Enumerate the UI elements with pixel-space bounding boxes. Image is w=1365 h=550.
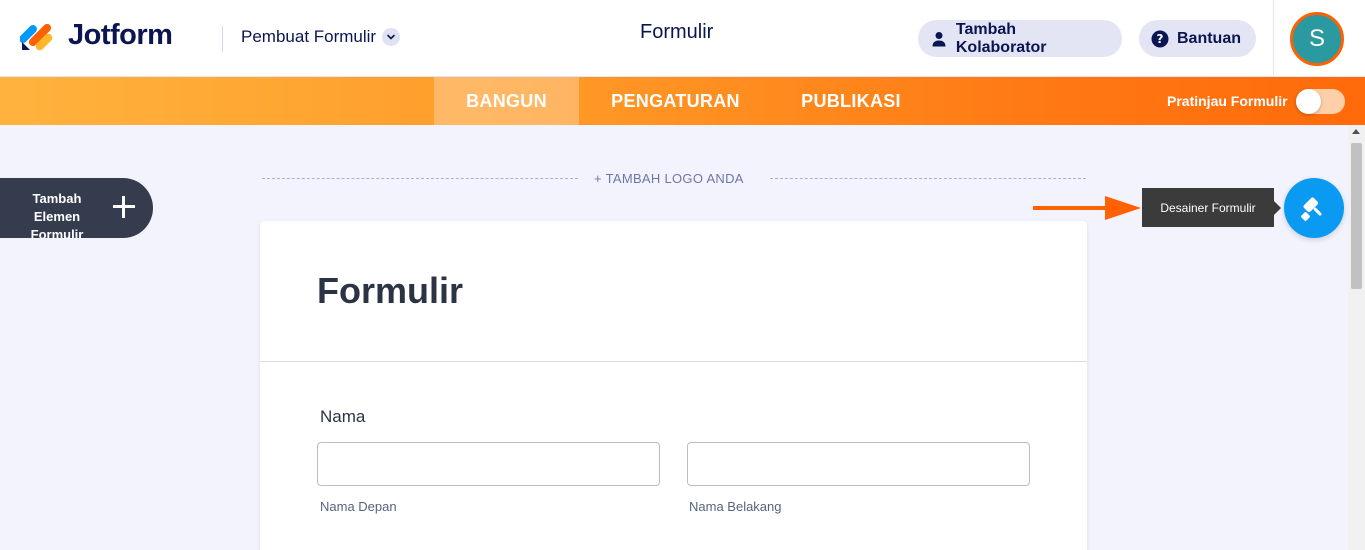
jotform-logo[interactable]: Jotform	[19, 18, 173, 52]
help-icon: ?	[1151, 30, 1169, 48]
scroll-up-icon[interactable]	[1352, 129, 1360, 134]
first-name-sublabel: Nama Depan	[320, 499, 397, 514]
form-card: Formulir Nama Nama Depan Nama Belakang	[260, 221, 1087, 550]
name-field-label[interactable]: Nama	[320, 407, 365, 427]
user-icon	[930, 30, 948, 48]
first-name-input[interactable]	[317, 442, 660, 486]
builder-menu-dropdown[interactable]: Pembuat Formulir	[241, 27, 401, 47]
page-title: Formulir	[640, 21, 714, 43]
add-logo-link[interactable]: + TAMBAH LOGO ANDA	[594, 171, 744, 186]
scrollbar-thumb[interactable]	[1351, 143, 1362, 289]
top-header: Jotform Pembuat Formulir Formulir Tambah…	[0, 0, 1365, 77]
account-area: S	[1273, 0, 1365, 77]
preview-form-toggle[interactable]	[1296, 89, 1345, 114]
add-form-element-label: Tambah Elemen Formulir	[30, 191, 84, 238]
tab-publish[interactable]: PUBLIKASI	[772, 77, 930, 125]
help-label: Bantuan	[1177, 29, 1241, 47]
avatar[interactable]: S	[1290, 12, 1344, 66]
form-designer-tooltip: Desainer Formulir	[1142, 188, 1281, 227]
add-collaborator-label: Tambah Kolaborator	[955, 20, 1047, 56]
toggle-knob	[1296, 89, 1321, 114]
logo-divider-left	[262, 178, 578, 179]
tab-build[interactable]: BANGUN	[434, 77, 579, 125]
last-name-sublabel: Nama Belakang	[689, 499, 782, 514]
svg-text:?: ?	[1157, 32, 1164, 46]
add-collaborator-button[interactable]: Tambah Kolaborator	[918, 20, 1122, 57]
logo-divider-right	[770, 178, 1086, 179]
arrow-right-icon	[1033, 206, 1113, 210]
jotform-logo-icon	[19, 18, 54, 52]
builder-menu-label: Pembuat Formulir	[241, 27, 377, 46]
help-button[interactable]: ? Bantuan	[1139, 20, 1256, 57]
add-form-element-button[interactable]: Tambah Elemen Formulir	[0, 178, 153, 238]
chevron-down-icon	[382, 28, 401, 46]
last-name-input[interactable]	[687, 442, 1030, 486]
plus-icon	[111, 194, 137, 220]
header-divider-line	[260, 361, 1087, 362]
paint-roller-icon	[1300, 197, 1322, 222]
tab-settings[interactable]: PENGATURAN	[579, 77, 772, 125]
form-designer-button[interactable]	[1284, 178, 1344, 238]
builder-tab-bar: BANGUN PENGATURAN PUBLIKASI Pratinjau Fo…	[0, 77, 1365, 125]
preview-form-label: Pratinjau Formulir	[1167, 93, 1288, 109]
arrow-head-icon	[1105, 196, 1141, 220]
form-heading[interactable]: Formulir	[317, 270, 463, 312]
header-divider	[222, 26, 223, 52]
app-name: Jotform	[68, 18, 173, 51]
